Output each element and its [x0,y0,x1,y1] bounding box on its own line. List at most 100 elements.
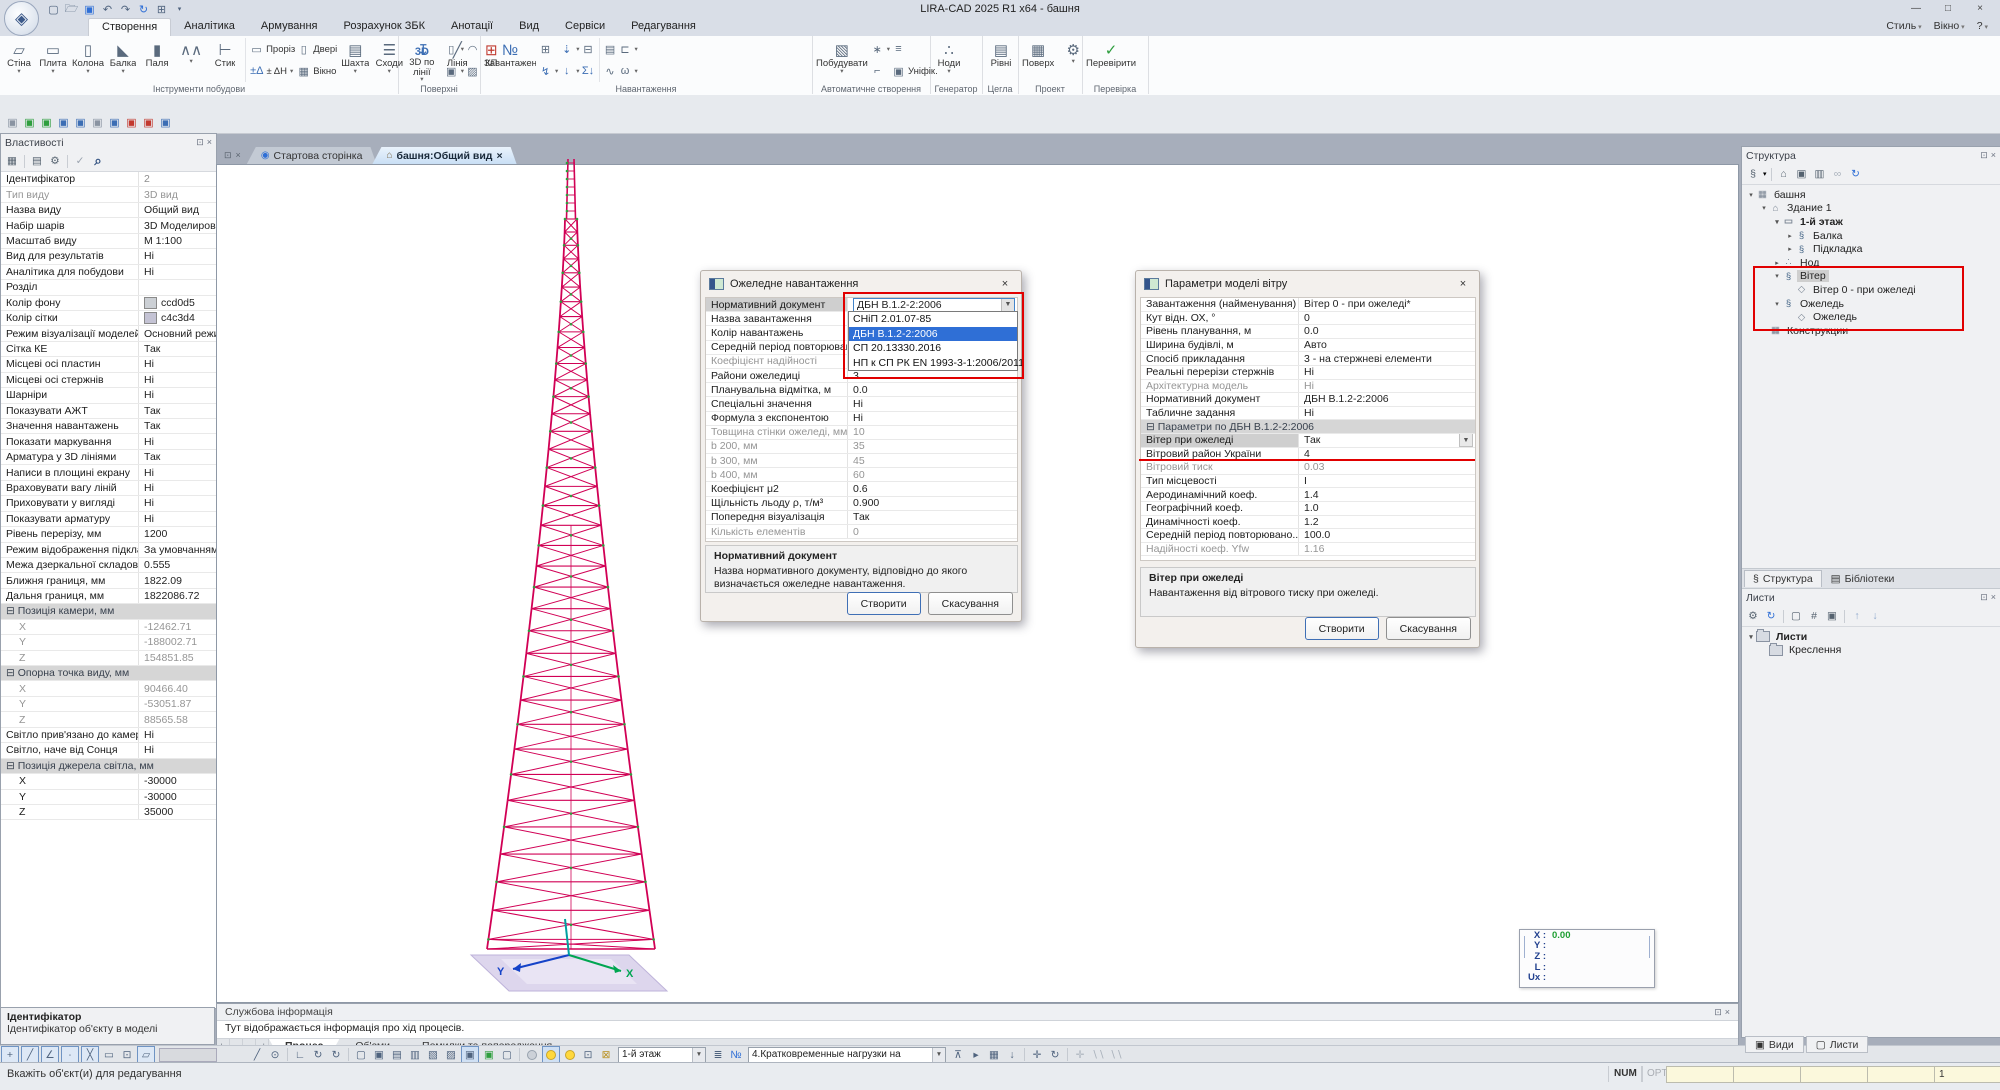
undo-icon[interactable]: ↶ [100,2,115,16]
property-value[interactable]: 0.900 [848,497,1017,510]
app-menu-button[interactable]: ◈ [4,1,39,36]
ribbon-tab-аналітика[interactable]: Аналітика [171,18,248,36]
view-style-icon-1[interactable]: ▣ [5,115,20,129]
close-icon[interactable]: × [207,137,212,148]
pin-icon[interactable]: ⊡ [1980,150,1988,161]
property-value[interactable]: Ні [1299,407,1475,420]
tree-item[interactable]: ◇Вітер 0 - при ожеледі [1742,283,2000,297]
property-value[interactable]: 88565.58 [139,712,216,726]
tree-item[interactable]: Креслення [1742,644,2000,658]
expander-icon[interactable]: ▸ [1772,259,1782,267]
ribbon-button-Колона[interactable]: ▯Колона▾ [70,37,106,83]
workplane-icon[interactable]: ▱ [137,1046,155,1063]
quick-filter-input[interactable] [159,1048,217,1062]
show-ghost-icon[interactable]: ▢ [499,1047,515,1062]
property-value[interactable]: ДБН В.1.2-2:2006 [1299,393,1475,406]
overflow-icon[interactable]: ▾ [172,2,187,16]
property-value[interactable]: -30000 [139,790,216,804]
ribbon-tab-сервіси[interactable]: Сервіси [552,18,618,36]
view-copy-icon-4[interactable]: ▥ [407,1047,423,1062]
ribbon-button-down[interactable]: ↓▾ [560,61,579,81]
property-value[interactable]: 1.4 [1299,488,1475,501]
dropdown-option[interactable]: НП к СП РК EN 1993-3-1:2006/2011 [849,356,1017,371]
property-value[interactable]: Вітер 0 - при ожеледі* [1299,298,1475,311]
property-value[interactable]: ДБН В.1.2-2:2006▼ [848,298,1017,311]
dropdown-option[interactable]: ДБН В.1.2-2:2006 [849,327,1017,342]
property-value[interactable]: Ні [139,496,216,510]
property-value[interactable]: Ні [848,397,1017,410]
property-value[interactable]: -30000 [139,774,216,788]
property-value[interactable]: 0 [1299,312,1475,325]
ribbon-button-Проріз[interactable]: ▭Проріз [250,39,295,59]
ribbon-button-Вікно[interactable]: ▦Вікно [297,61,337,81]
property-value[interactable]: За умовчанням [139,543,216,557]
ribbon-button-± ΔН[interactable]: ±Δ± ΔН▾ [250,61,295,81]
pin-icon[interactable]: ⊡ [196,137,204,148]
show-selected-icon[interactable]: ▣ [461,1046,479,1063]
property-value[interactable]: М 1:100 [139,234,216,248]
property-value[interactable]: -188002.71 [139,635,216,649]
view-style-icon-5[interactable]: ▣ [73,115,88,129]
draw-circle-icon[interactable]: ⊙ [267,1047,283,1062]
snap-icon-3[interactable]: ∠ [41,1046,59,1063]
open-icon[interactable]: 🗁 [64,2,79,16]
expander-icon[interactable]: ▸ [1785,245,1795,253]
property-value[interactable]: ccd0d5 [139,296,216,310]
ribbon-tab-створення[interactable]: Створення [88,18,171,37]
ribbon-button-sum[interactable]: Σ↓ [582,61,595,81]
property-value[interactable]: 1.2 [1299,516,1475,529]
ribbon-button-weight[interactable]: ω▾ [619,61,638,81]
tree-item[interactable]: ◇Ожеледь [1742,310,2000,324]
property-value[interactable]: Так [139,450,216,464]
ribbon-tab-редагування[interactable]: Редагування [618,18,709,36]
mirror-icon[interactable]: ∖∖ [1090,1047,1106,1062]
property-value[interactable]: Так [139,404,216,418]
property-value[interactable]: Так [139,419,216,433]
ribbon-button-wallpush[interactable]: ⊏▾ [619,39,638,59]
cat-filter-icon[interactable]: § [1745,166,1761,182]
property-value[interactable]: 60 [848,468,1017,481]
ribbon-button-icicle[interactable]: ⇣▾ [560,39,579,59]
property-value[interactable]: 45 [848,454,1017,467]
property-value[interactable]: 154851.85 [139,651,216,665]
property-value[interactable]: Авто [1299,339,1475,352]
property-value[interactable]: Так [139,342,216,356]
dropdown-option[interactable]: СП 20.13330.2016 [849,341,1017,356]
property-value[interactable]: 0.6 [848,482,1017,495]
ribbon-button-3D по лінії[interactable]: 3D3D по лінії▾ [400,37,444,83]
lamp-off-icon[interactable] [524,1047,540,1062]
box-bulb-icon[interactable]: ⊠ [598,1047,614,1062]
tree-item[interactable]: ▾▭1-й этаж [1742,215,2000,229]
close-button[interactable]: × [1966,0,1994,17]
tree-item[interactable]: ▸∴Нод [1742,256,2000,270]
property-value[interactable]: 1822086.72 [139,589,216,603]
property-value[interactable]: 0 [848,525,1017,538]
ribbon-button-panel[interactable]: ▯▾ [445,39,464,59]
panel-tab-бібліотеки[interactable]: ▤Бібліотеки [1823,570,1903,587]
property-value[interactable] [139,280,216,294]
binoculars-icon[interactable]: ∞ [1830,166,1846,182]
expander-icon[interactable]: ▾ [1772,218,1782,226]
ribbon-button-area[interactable]: ⊞ [539,39,558,59]
property-value[interactable]: -53051.87 [139,697,216,711]
pin-icon[interactable]: ⊡ [1714,1007,1722,1018]
numbering-icon[interactable]: # [1806,608,1822,624]
menu-стиль[interactable]: Стиль ▾ [1882,20,1925,32]
ribbon-button-Рівні[interactable]: ▤Рівні [984,37,1018,83]
print-area-icon[interactable]: ⊡ [119,1047,135,1062]
loadcase-filter-icon[interactable]: № [728,1047,744,1062]
ribbon-button-truss[interactable]: ∧∧▾ [174,37,208,83]
table-filter-icon[interactable]: ▦ [986,1047,1002,1062]
ribbon-button-Стіна[interactable]: ▱Стіна▾ [2,37,36,83]
close-icon[interactable]: × [1455,278,1471,290]
find-add-icon[interactable]: ▥ [1812,166,1828,182]
view-style-icon-10[interactable]: ▣ [158,115,173,129]
property-value[interactable]: Ні [1299,380,1475,393]
dropdown-option[interactable]: СНіП 2.01.07-85 [849,312,1017,327]
close-icon[interactable]: × [1725,1007,1730,1018]
view-style-icon-8[interactable]: ▣ [124,115,139,129]
property-value[interactable]: 35000 [139,805,216,819]
cancel-button[interactable]: Скасування [1386,617,1471,640]
snap-icon-1[interactable]: + [1,1046,19,1063]
maximize-button[interactable]: □ [1934,0,1962,17]
